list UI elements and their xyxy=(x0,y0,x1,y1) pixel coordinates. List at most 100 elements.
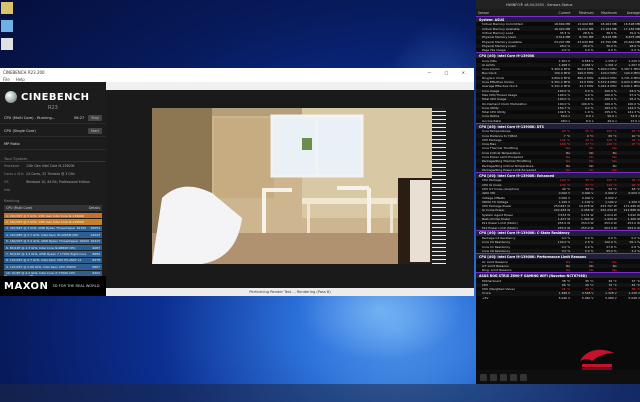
ranking-item[interactable]: 2. 24C/32T @ 3 GHz, 13th Gen Intel Core … xyxy=(4,219,102,225)
col-current[interactable]: Current xyxy=(548,11,571,15)
sensor-value: 0.0 % xyxy=(584,249,594,254)
hwinfo-title: HWiNFO® v8.04-5550 - Sensors Status xyxy=(506,2,573,7)
hwinfo-columns: Sensor Current Minimum Maximum Average xyxy=(476,9,640,16)
ranking-value: 24243 xyxy=(90,232,100,237)
menu-file[interactable]: File xyxy=(3,77,10,82)
ranking-value: 30054 xyxy=(90,226,100,231)
system-key: Cores x GHz xyxy=(4,172,24,176)
sensor-name: Ring: Limit Reasons xyxy=(482,268,512,273)
sensor-value: 3.2 % xyxy=(631,249,640,254)
sensor-value: 253.0 W xyxy=(604,225,617,230)
ranking-item[interactable]: 7. 8C/16T @ 3.4 GHz, AMD Ryzen 7 1700X E… xyxy=(4,251,102,257)
toolbar-button[interactable] xyxy=(500,373,507,381)
col-average[interactable]: Average xyxy=(617,11,640,15)
sensor-row[interactable]: Page File Usage 0.0 % 0.0 % 0.0 % 0.0 % xyxy=(476,48,640,52)
ranking-item[interactable]: 8. 12C/24T @ 2.7 GHz, Intel Xeon CPU E5-… xyxy=(4,257,102,264)
ranking-item[interactable]: 5. 16C/32T @ 3.4 GHz, AMD Ryzen Threadri… xyxy=(4,238,102,244)
sensor-value: No xyxy=(589,167,594,172)
sensor-row[interactable]: Uncore Ratio 48.0 x 8.0 x 49.0 x 47.0 x xyxy=(476,119,640,123)
ranking-label: 1. 24C/32T @ 3 GHz, 13th Gen Intel Core … xyxy=(6,213,84,218)
test-label: CPU (Single Core) xyxy=(4,129,36,133)
hwinfo-titlebar[interactable]: HWiNFO® v8.04-5550 - Sensors Status xyxy=(476,0,640,9)
system-key: OS xyxy=(4,180,9,184)
window-title: CINEBENCH R23.200 xyxy=(3,69,45,75)
sensor-row[interactable]: Ring: Limit Reasons Yes No Yes xyxy=(476,268,640,272)
sensor-value: 5.080 V xyxy=(605,295,617,300)
render-image xyxy=(152,108,432,264)
test-stop-button[interactable]: Stop xyxy=(88,115,102,121)
render-bucket-strip xyxy=(432,108,446,264)
sensor-value: 0.0 % xyxy=(584,48,594,53)
test-row: CPU (Multi Core) - Running... 08:27 Stop xyxy=(0,113,106,124)
ranking-label: 2. 24C/32T @ 3 GHz, 13th Gen Intel Core … xyxy=(6,220,84,225)
ranking-value: 8378 xyxy=(92,258,100,263)
sensor-value: Yes xyxy=(565,268,571,273)
toolbar-button[interactable] xyxy=(510,373,517,381)
menu-help[interactable]: Help xyxy=(16,77,25,82)
col-minimum[interactable]: Minimum xyxy=(570,11,594,15)
ranking-label: 3. 32C/64T @ 3 GHz, AMD Ryzen Threadripp… xyxy=(6,226,87,231)
sensor-list: System: ASUS Virtual Memory Committed 18,6… xyxy=(476,16,640,300)
system-value: Windows 10, 64 Bit, Professional Edition xyxy=(26,180,90,184)
sensor-value: Yes xyxy=(611,167,617,172)
cinebench-titlebar[interactable]: CINEBENCH R23.200 — □ ✕ xyxy=(0,68,474,76)
test-row: CPU (Single Core) Start xyxy=(0,126,106,137)
sensor-value: 47.0 x xyxy=(630,118,640,123)
window-controls[interactable]: — □ ✕ xyxy=(427,70,471,75)
sensor-value: 97 °C xyxy=(631,142,640,147)
ranking-item[interactable]: 9. 12C/24T @ 2.66 GHz, Intel Xeon CPU X5… xyxy=(4,264,102,270)
ranking-value: 8889 xyxy=(92,252,100,257)
sensor-value: 95.0 % xyxy=(606,249,617,254)
col-sensor[interactable]: Sensor xyxy=(476,11,548,15)
ranking-label: 4. 24C/48T @ 2.7 GHz, Intel Xeon W-3265M… xyxy=(6,232,79,237)
sensor-value: 5.048 V xyxy=(628,295,640,300)
system-value: 24 Cores, 32 Threads @ 3 GHz xyxy=(26,172,75,176)
sensor-value: No xyxy=(589,268,594,273)
toolbar-button[interactable] xyxy=(480,373,487,381)
ranking-label: 7. 8C/16T @ 3.4 GHz, AMD Ryzen 7 1700X E… xyxy=(6,252,87,257)
ranking-item[interactable]: 6. 8C/16T @ 2.3 GHz, Intel Core i9-9880H… xyxy=(4,244,102,251)
sensor-row[interactable]: Package/Ring Power Limit Exceeded Yes No Ye… xyxy=(476,167,640,173)
test-start-button[interactable]: Start xyxy=(87,128,102,134)
toolbar-button[interactable] xyxy=(490,373,497,381)
ranking-item[interactable]: 4. 24C/48T @ 2.7 GHz, Intel Xeon W-3265M… xyxy=(4,232,102,238)
ranking-select[interactable]: CPU (Multi Core) Details xyxy=(4,205,102,211)
sensor-value: 5.040 V xyxy=(581,295,594,300)
sensor-value: 253.0 W xyxy=(580,225,594,230)
desktop-icon[interactable] xyxy=(1,2,13,14)
system-row: Cores x GHz 24 Cores, 32 Threads @ 3 GHz xyxy=(0,170,106,178)
ranking-value: 6867 xyxy=(92,264,100,269)
system-value: 13th Gen Intel Core i9-13900K xyxy=(26,164,75,168)
system-row: Info xyxy=(0,186,106,194)
desktop-icon[interactable] xyxy=(1,20,13,32)
sensor-row[interactable]: Core C6 Residency 0.0 % 0.0 % 95.0 % 3.2 % xyxy=(476,248,640,254)
test-score: 08:27 xyxy=(73,116,85,120)
sensor-value: 5.040 V xyxy=(558,295,571,300)
col-maximum[interactable]: Maximum xyxy=(594,11,617,15)
ranking-details[interactable]: Details xyxy=(89,206,100,210)
sensor-row[interactable]: +5V 5.040 V 5.040 V 5.080 V 5.048 V xyxy=(476,296,640,300)
sensor-value: 49.0 x xyxy=(607,118,617,123)
sensor-name: Uncore Ratio xyxy=(482,118,502,123)
sensor-value: 8.0 x xyxy=(585,118,594,123)
cinebench-logo: CINEBENCH xyxy=(0,82,106,106)
sensor-value: 253.0 W xyxy=(627,225,640,230)
system-row: OS Windows 10, 64 Bit, Professional Editi… xyxy=(0,178,106,186)
sensor-value: 0.0 % xyxy=(631,48,640,53)
ranking-value: 6302 xyxy=(92,271,100,276)
sensor-name: Page File Usage xyxy=(482,48,506,53)
ranking-label: 9. 12C/24T @ 2.66 GHz, Intel Xeon CPU X5… xyxy=(6,264,76,269)
sensor-row[interactable]: PL2 Power Limit (Static) 253.0 W 253.0 W 25… xyxy=(476,225,640,230)
ranking-label: 8. 12C/24T @ 2.7 GHz, Intel Xeon CPU E5-… xyxy=(6,258,82,263)
sensor-value: 48.0 x xyxy=(560,118,571,123)
desktop-icon[interactable] xyxy=(1,38,13,50)
sensor-name: +5V xyxy=(482,295,489,300)
ranking-select-value: CPU (Multi Core) xyxy=(6,206,33,210)
test-row: MP Ratio xyxy=(0,139,106,150)
ranking-item[interactable]: 1. 24C/32T @ 3 GHz, 13th Gen Intel Core … xyxy=(4,213,102,219)
toolbar-button[interactable] xyxy=(520,373,527,381)
cinebench-logo-icon xyxy=(5,91,17,103)
sensor-value: Yes xyxy=(611,268,617,273)
render-status: Performing Render Test ... Rendering (Pa… xyxy=(106,288,474,296)
ranking-item[interactable]: 3. 32C/64T @ 3 GHz, AMD Ryzen Threadripp… xyxy=(4,225,102,232)
